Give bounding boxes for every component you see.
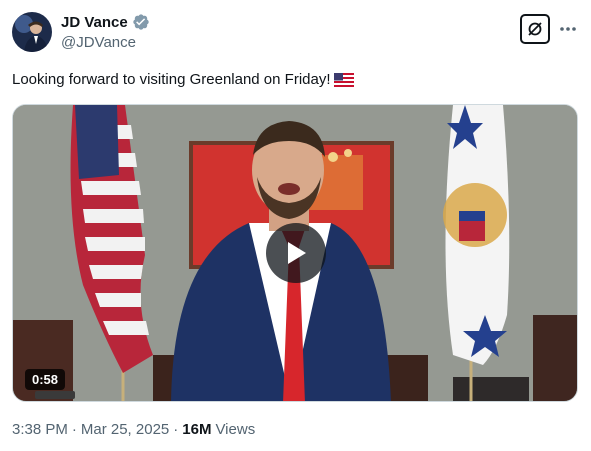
meta-separator: · bbox=[173, 421, 179, 438]
tweet-date[interactable]: Mar 25, 2025 bbox=[81, 421, 169, 438]
tweet-meta: 3:38 PM · Mar 25, 2025 · 16M Views bbox=[12, 421, 255, 438]
grok-icon bbox=[528, 22, 542, 36]
views-count: 16M bbox=[182, 421, 212, 438]
video-duration-badge: 0:58 bbox=[25, 369, 66, 390]
verified-badge-icon bbox=[132, 13, 150, 31]
play-icon bbox=[288, 242, 306, 264]
tweet-text: Looking forward to visiting Greenland on… bbox=[12, 70, 354, 90]
avatar[interactable] bbox=[12, 12, 52, 52]
meta-separator: · bbox=[71, 421, 77, 438]
more-icon bbox=[560, 27, 576, 31]
author-name-row: JD Vance bbox=[61, 13, 150, 31]
author-handle[interactable]: @JDVance bbox=[61, 34, 136, 51]
author-display-name[interactable]: JD Vance bbox=[61, 14, 128, 31]
grok-button[interactable] bbox=[520, 14, 550, 44]
avatar-image bbox=[12, 12, 52, 52]
more-button[interactable] bbox=[556, 14, 580, 44]
tweet-text-content: Looking forward to visiting Greenland on… bbox=[12, 71, 331, 88]
play-button[interactable] bbox=[266, 223, 326, 283]
views-label: Views bbox=[215, 421, 256, 438]
video-player[interactable]: 0:58 bbox=[12, 104, 578, 402]
tweet-card: JD Vance @JDVance Looking forward to vis… bbox=[0, 0, 591, 451]
tweet-time[interactable]: 3:38 PM bbox=[12, 421, 68, 438]
us-flag-emoji bbox=[333, 73, 354, 87]
